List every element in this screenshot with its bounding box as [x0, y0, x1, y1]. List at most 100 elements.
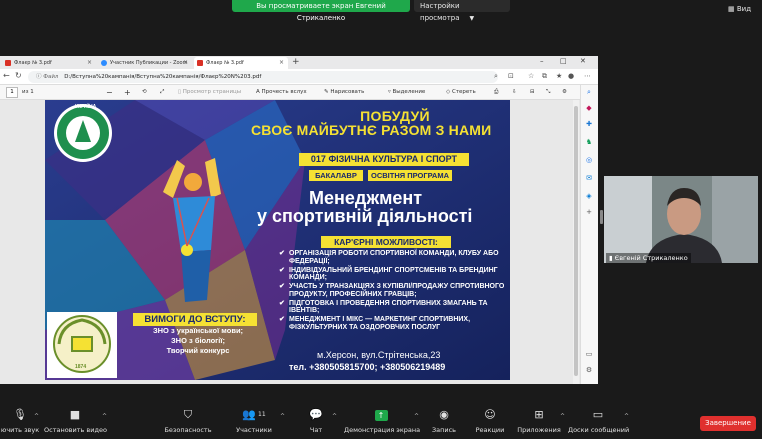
favorites-bar-icon[interactable]: ★	[556, 72, 562, 80]
microsoft-365-icon[interactable]: ◎	[584, 156, 594, 166]
zoom-search-icon[interactable]: ⌕	[494, 72, 498, 81]
refresh-icon[interactable]: ↻	[15, 71, 22, 80]
flyer-page: УКРАЇНА ПОБУДУЙ СВОЄ МАЙБУТНЄ РАЗОМ З НА…	[45, 100, 510, 380]
degree-banner: БАКАЛАВР	[309, 170, 363, 181]
chat-button[interactable]: 💬 Чат	[300, 405, 332, 439]
file-scheme-label: ⓘ Файл	[36, 74, 59, 80]
page-view-button[interactable]: ▯ Просмотр страницы	[178, 87, 241, 98]
caret-up-icon[interactable]: ^	[624, 413, 629, 420]
reader-icon[interactable]: ⊡	[508, 72, 514, 80]
url-input[interactable]: ⓘ Файл D:/Вступна%20кампанія/Вступна%20к…	[28, 71, 498, 83]
caret-up-icon[interactable]: ^	[34, 413, 39, 420]
participant-name: Євгеній Стрикаленко	[614, 254, 688, 262]
view-settings-label: Настройки просмотра	[420, 2, 460, 22]
emblem-year: 1874	[75, 364, 87, 370]
zoom-in-icon[interactable]: +	[124, 87, 131, 98]
maximize-icon[interactable]: □	[560, 57, 567, 65]
stop-video-button[interactable]: ■ Остановить видео	[44, 405, 107, 439]
caret-up-icon[interactable]: ^	[332, 413, 337, 420]
print-icon[interactable]: ⎙	[494, 87, 498, 98]
sidebar-settings-icon[interactable]: ⚙	[584, 366, 594, 376]
rotate-icon[interactable]: ⟲	[142, 87, 147, 98]
tools-icon[interactable]: ✚	[584, 120, 594, 130]
read-aloud-icon: A	[256, 89, 260, 95]
panel-resize-handle[interactable]	[600, 210, 603, 224]
drop-icon[interactable]: ◈	[584, 192, 594, 202]
program-name-line2: у спортивній діяльності	[257, 206, 473, 226]
caret-up-icon[interactable]: ^	[414, 413, 419, 420]
new-tab-icon[interactable]: +	[292, 57, 300, 67]
outlook-icon[interactable]: ✉	[584, 174, 594, 184]
sidebar-layout-icon[interactable]: ▭	[584, 350, 594, 360]
caret-up-icon[interactable]: ^	[102, 413, 107, 420]
flyer-title-line2: СВОЄ МАЙБУТНЄ РАЗОМ З НАМИ	[251, 122, 492, 138]
close-icon[interactable]: ×	[183, 57, 188, 69]
page-number-input[interactable]: 1	[6, 87, 18, 98]
careers-banner: КАР'ЄРНІ МОЖЛИВОСТІ:	[321, 236, 451, 248]
video-feed	[604, 176, 758, 263]
collections-icon[interactable]: ⧉	[542, 72, 547, 81]
close-icon[interactable]: ×	[87, 57, 92, 69]
highlight-button[interactable]: ▿ Выделение	[388, 87, 425, 98]
draw-button[interactable]: ✎ Нарисовать	[324, 87, 364, 98]
flyer-address: м.Херсон, вул.Стрітенська,23	[317, 350, 441, 360]
tab-flyer-1[interactable]: Флаєр № 3.pdf ×	[2, 57, 96, 69]
security-button[interactable]: ⛉ Безопасность	[162, 405, 214, 439]
pdf-toolbar: 1 из 1 − + ⟲ ⤢ ▯ Просмотр страницы A Про…	[0, 85, 598, 100]
page-total-label: из 1	[22, 89, 34, 95]
mute-button[interactable]: 🎙 ючить звук	[0, 405, 40, 439]
scrollbar-thumb[interactable]	[574, 106, 578, 376]
participant-name-tag: ▮ Євгеній Стрикаленко	[606, 253, 691, 263]
profile-avatar-icon[interactable]: ●	[568, 72, 574, 80]
search-icon[interactable]: ⌕	[584, 88, 594, 98]
draw-icon: ✎	[324, 89, 329, 95]
pdf-icon	[197, 60, 203, 66]
window-close-icon[interactable]: ✕	[580, 57, 586, 65]
shopping-icon[interactable]: ◆	[584, 104, 594, 114]
program-banner: ОСВІТНЯ ПРОГРАМА	[368, 170, 452, 181]
share-screen-button[interactable]: ↑ Демонстрация экрана	[344, 405, 420, 439]
games-icon[interactable]: ♞	[584, 138, 594, 148]
caret-up-icon[interactable]: ^	[280, 413, 285, 420]
checkmark-icon: ✔	[279, 266, 285, 274]
minimize-icon[interactable]: –	[540, 57, 544, 65]
view-button[interactable]: ▦ Вид	[728, 5, 751, 13]
address-bar: ← ↻ ⓘ Файл D:/Вступна%20кампанія/Вступна…	[0, 69, 598, 85]
chevron-down-icon: ▼	[469, 15, 475, 22]
end-meeting-button[interactable]: Завершение	[700, 416, 756, 431]
requirements-list: ЗНО з української мови; ЗНО з біології; …	[133, 326, 263, 356]
apps-button[interactable]: ⊞ Приложения	[516, 405, 562, 439]
caret-up-icon[interactable]: ^	[560, 413, 565, 420]
read-aloud-button[interactable]: A Прочесть вслух	[256, 87, 307, 98]
whiteboard-button[interactable]: ▭ Доски сообщений	[568, 405, 629, 439]
zoom-control-bar: 🎙 ючить звук ^ ■ Остановить видео ^ ⛉ Бе…	[0, 405, 762, 439]
apps-icon: ⊞	[534, 408, 544, 421]
view-grid-icon: ▦	[728, 5, 735, 13]
university-logo: УКРАЇНА	[49, 102, 117, 164]
favorite-icon[interactable]: ☆	[528, 72, 534, 80]
reactions-icon: ☺	[484, 408, 496, 421]
tab-zoom[interactable]: Участник Публикации - Zoom ×	[98, 57, 192, 69]
tab-flyer-2[interactable]: Флаєр № 3.pdf ×	[194, 57, 288, 69]
share-screen-icon: ↑	[374, 409, 388, 421]
back-icon[interactable]: ←	[3, 71, 10, 80]
erase-button[interactable]: ◇ Стереть	[446, 87, 476, 98]
add-app-icon[interactable]: +	[584, 208, 594, 218]
view-settings-button[interactable]: Настройки просмотра ▼	[414, 0, 510, 22]
close-icon[interactable]: ×	[279, 57, 284, 69]
participants-button[interactable]: 👥 11 Участники	[232, 405, 276, 439]
tab-label: Флаєр № 3.pdf	[14, 60, 52, 66]
settings-gear-icon[interactable]: ⚙	[562, 87, 567, 98]
list-item: ЗНО з української мови;	[152, 326, 244, 335]
participant-video[interactable]	[604, 176, 758, 263]
zoom-out-icon[interactable]: −	[106, 87, 113, 98]
reactions-button[interactable]: ☺ Реакции	[474, 405, 506, 439]
fit-page-icon[interactable]: ⤢	[160, 87, 164, 98]
fullscreen-icon[interactable]: ⤡	[546, 87, 550, 98]
eraser-icon: ◇	[446, 89, 451, 95]
more-menu-icon[interactable]: ⋯	[584, 72, 591, 80]
save-icon[interactable]: ⇩	[512, 87, 517, 98]
record-button[interactable]: ◉ Запись	[428, 405, 460, 439]
save-as-icon[interactable]: ⊟	[530, 87, 535, 98]
signal-icon: ▮	[609, 254, 613, 262]
